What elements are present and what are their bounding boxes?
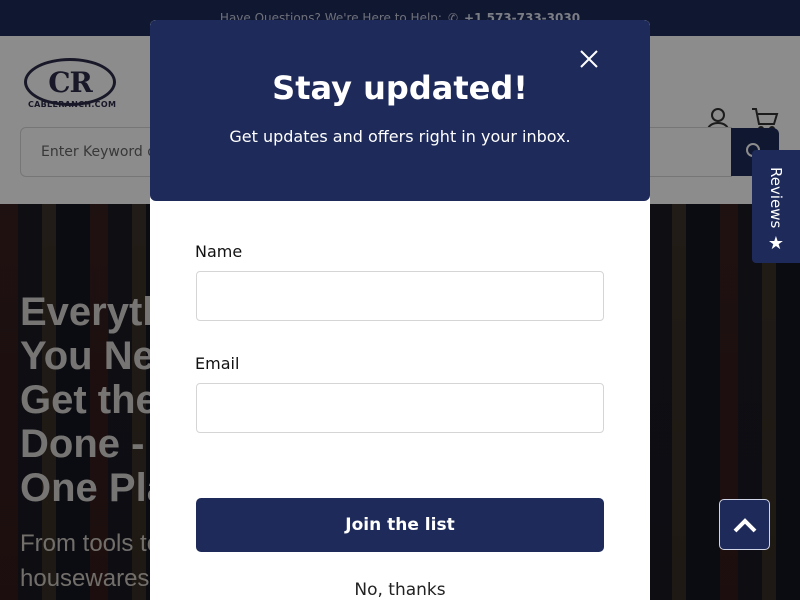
email-field[interactable] xyxy=(196,383,604,433)
star-icon: ★ xyxy=(767,233,785,254)
newsletter-modal: Stay updated! Get updates and offers rig… xyxy=(150,20,650,600)
name-label: Name xyxy=(195,242,243,261)
reviews-label: Reviews xyxy=(767,166,785,229)
modal-title: Stay updated! xyxy=(272,69,528,107)
join-list-button[interactable]: Join the list xyxy=(196,498,604,552)
email-label: Email xyxy=(195,354,240,373)
no-thanks-link[interactable]: No, thanks xyxy=(150,580,650,600)
modal-description: Get updates and offers right in your inb… xyxy=(229,127,571,146)
close-button[interactable] xyxy=(577,47,601,71)
name-field[interactable] xyxy=(196,271,604,321)
scroll-to-top-button[interactable] xyxy=(719,499,770,550)
reviews-tab[interactable]: Reviews ★ xyxy=(752,150,800,263)
chevron-up-icon xyxy=(733,517,756,532)
close-icon xyxy=(580,50,598,68)
modal-header: Stay updated! Get updates and offers rig… xyxy=(150,20,650,201)
